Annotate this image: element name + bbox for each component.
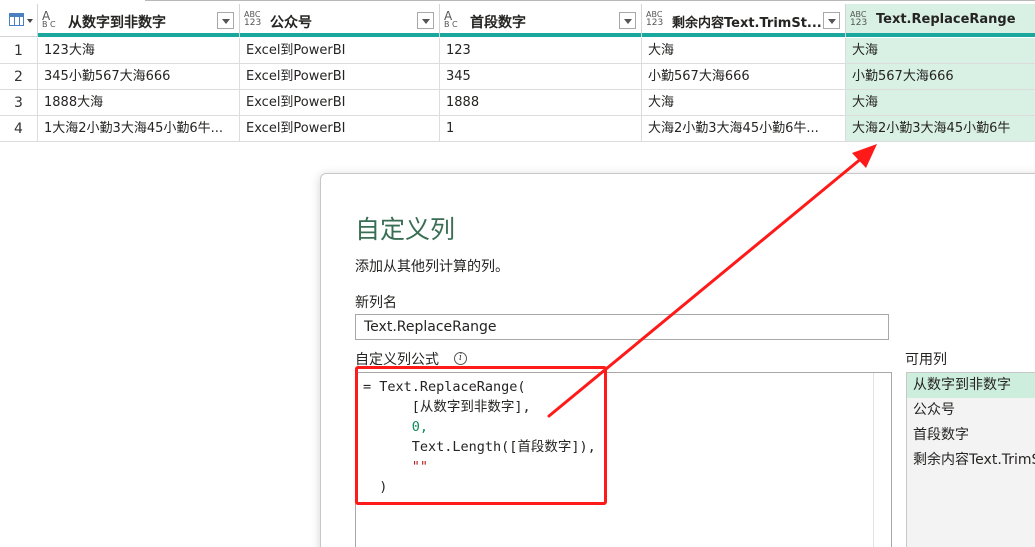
column-quality-bar [642, 33, 845, 37]
table-cell[interactable]: 123 [440, 38, 642, 64]
text-type-icon: AB C [444, 9, 458, 29]
table-cell[interactable]: 1888 [440, 90, 642, 116]
row-number[interactable]: 3 [0, 90, 38, 116]
column-quality-bar [440, 33, 641, 37]
available-column-item[interactable]: 公众号 [907, 398, 1035, 423]
table-cell[interactable]: Excel到PowerBI [240, 64, 440, 90]
dialog-subtitle: 添加从其他列计算的列。 [355, 259, 509, 275]
column-quality-bar [846, 33, 1035, 37]
table-cell[interactable]: Excel到PowerBI [240, 38, 440, 64]
column-header-label: 剩余内容Text.TrimSt... [672, 16, 822, 31]
filter-dropdown-button[interactable] [823, 12, 840, 29]
row-number[interactable]: 1 [0, 38, 38, 64]
table-cell[interactable]: 大海 [642, 38, 846, 64]
available-columns-label: 可用列 [905, 352, 947, 368]
table-icon [9, 13, 24, 26]
column-header-text-replacerange[interactable]: ABC 123 Text.ReplaceRange [846, 4, 1035, 37]
row-number[interactable]: 4 [0, 116, 38, 142]
chevron-down-icon [27, 19, 33, 23]
table-cell[interactable]: 1大海2小勤3大海45小勤6牛... [38, 116, 240, 142]
info-icon[interactable]: i [454, 352, 467, 365]
table-row: 3 1888大海 Excel到PowerBI 1888 大海 大海 [0, 90, 1035, 116]
table-cell[interactable]: Excel到PowerBI [240, 90, 440, 116]
table-cell[interactable]: 大海 [642, 90, 846, 116]
data-grid: AB C 从数字到非数字 ABC 123 公众号 AB C 首段数字 ABC 123… [0, 0, 1035, 145]
available-column-item[interactable]: 剩余内容Text.TrimSt [907, 448, 1035, 473]
formula-highlight-box [355, 366, 607, 505]
table-row: 1 123大海 Excel到PowerBI 123 大海 大海 [0, 38, 1035, 64]
new-column-name-input[interactable]: Text.ReplaceRange [355, 314, 889, 340]
formula-scrollbar[interactable] [873, 373, 891, 547]
table-cell[interactable]: 小勤567大海666 [846, 64, 1035, 90]
column-header-label: 公众号 [270, 15, 312, 31]
table-cell[interactable]: 345 [440, 64, 642, 90]
column-header-label: 从数字到非数字 [68, 15, 166, 31]
any-type-icon: ABC 123 [850, 10, 868, 28]
filter-dropdown-button[interactable] [217, 12, 234, 29]
filter-dropdown-button[interactable] [619, 12, 636, 29]
table-cell[interactable]: 大海 [846, 90, 1035, 116]
table-cell[interactable]: 1 [440, 116, 642, 142]
row-number[interactable]: 2 [0, 64, 38, 90]
any-type-icon: ABC 123 [244, 10, 262, 28]
text-type-icon: AB C [42, 9, 56, 29]
table-cell[interactable]: 1888大海 [38, 90, 240, 116]
column-header-remaining-content[interactable]: ABC 123 剩余内容Text.TrimSt... [642, 4, 846, 37]
table-row: 2 345小勤567大海666 Excel到PowerBI 345 小勤567大… [0, 64, 1035, 90]
table-cell[interactable]: 大海2小勤3大海45小勤6牛 [846, 116, 1035, 142]
table-cell[interactable]: 123大海 [38, 38, 240, 64]
column-header-label: 首段数字 [470, 15, 526, 31]
available-columns-list: 从数字到非数字 公众号 首段数字 剩余内容Text.TrimSt [906, 372, 1035, 547]
new-column-name-label: 新列名 [355, 295, 397, 311]
table-cell[interactable]: 小勤567大海666 [642, 64, 846, 90]
available-column-item[interactable]: 从数字到非数字 [907, 373, 1035, 398]
any-type-icon: ABC 123 [646, 10, 664, 28]
column-header-first-digits[interactable]: AB C 首段数字 [440, 4, 642, 37]
column-header-from-number-to-nonnumber[interactable]: AB C 从数字到非数字 [38, 4, 240, 37]
column-header-official-account[interactable]: ABC 123 公众号 [240, 4, 440, 37]
table-cell[interactable]: 345小勤567大海666 [38, 64, 240, 90]
table-menu-button[interactable] [0, 4, 38, 37]
table-cell[interactable]: Excel到PowerBI [240, 116, 440, 142]
dialog-title: 自定义列 [355, 215, 456, 244]
table-row: 4 1大海2小勤3大海45小勤6牛... Excel到PowerBI 1 大海2… [0, 116, 1035, 142]
available-column-item[interactable]: 首段数字 [907, 423, 1035, 448]
table-cell[interactable]: 大海 [846, 38, 1035, 64]
column-header-label: Text.ReplaceRange [876, 12, 1016, 27]
filter-dropdown-button[interactable] [417, 12, 434, 29]
table-cell[interactable]: 大海2小勤3大海45小勤6牛... [642, 116, 846, 142]
arrow-head [852, 144, 877, 168]
column-quality-bar [38, 33, 239, 37]
column-quality-bar [240, 33, 439, 37]
